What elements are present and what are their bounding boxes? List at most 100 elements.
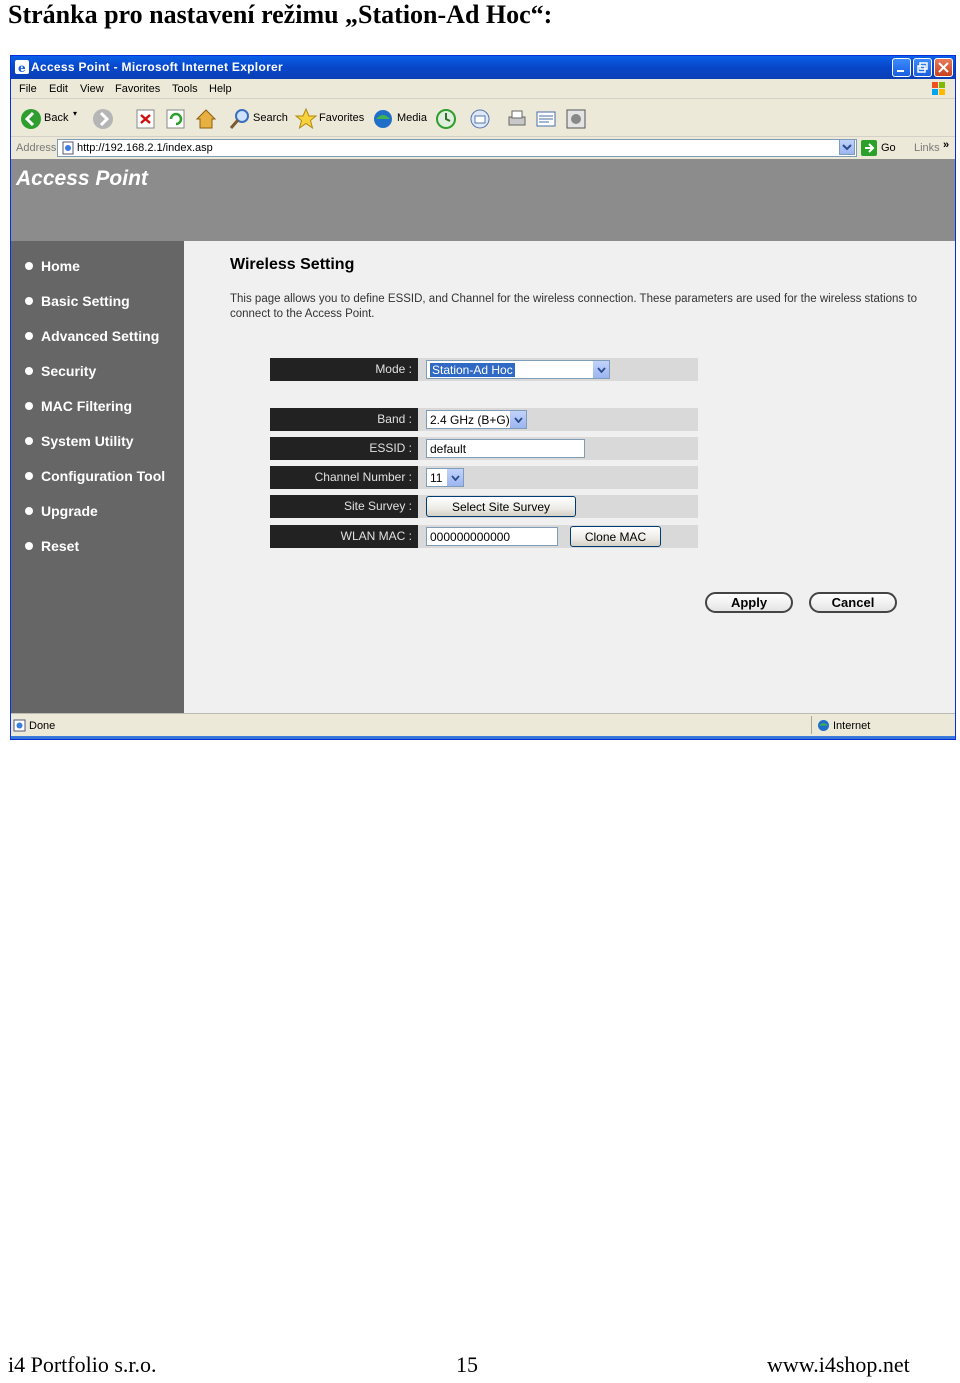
stop-icon[interactable]: [135, 107, 157, 131]
home-icon[interactable]: [194, 107, 218, 131]
channel-label: Channel Number :: [270, 466, 418, 489]
band-select[interactable]: 2.4 GHz (B+G): [426, 410, 527, 429]
mode-dropdown-button[interactable]: [593, 361, 609, 378]
minimize-button[interactable]: [892, 58, 911, 77]
sidebar-item-basic-setting[interactable]: Basic Setting: [25, 293, 130, 309]
address-input[interactable]: http://192.168.2.1/index.asp: [57, 139, 857, 157]
status-text: Done: [29, 720, 56, 732]
wlan-mac-label: WLAN MAC :: [270, 525, 418, 548]
history-icon[interactable]: [435, 107, 457, 131]
back-arrow-icon[interactable]: [19, 107, 43, 131]
chevron-down-icon: [451, 475, 460, 481]
maximize-button[interactable]: [913, 58, 932, 77]
search-button-label[interactable]: Search: [253, 112, 288, 124]
window-title: Access Point - Microsoft Internet Explor…: [31, 60, 283, 74]
sidebar-item-home[interactable]: Home: [25, 258, 80, 274]
search-icon[interactable]: [228, 107, 252, 131]
menu-bar: File Edit View Favorites Tools Help: [11, 79, 955, 99]
status-divider: [811, 716, 812, 734]
menu-edit[interactable]: Edit: [49, 83, 68, 95]
cancel-button[interactable]: Cancel: [809, 592, 897, 613]
sidebar-item-label: Reset: [41, 538, 80, 554]
apply-button[interactable]: Apply: [705, 592, 793, 613]
close-button[interactable]: [934, 58, 953, 77]
menu-tools[interactable]: Tools: [172, 83, 198, 95]
back-dropdown-icon[interactable]: ▾: [73, 109, 77, 118]
bullet-icon: [25, 542, 33, 550]
bullet-icon: [25, 402, 33, 410]
essid-value: default: [430, 442, 467, 456]
back-button-label[interactable]: Back: [44, 112, 68, 124]
channel-select[interactable]: 11: [426, 468, 464, 487]
page-content: Access Point Home Basic Setting Advanced…: [11, 159, 955, 713]
go-button[interactable]: [861, 140, 877, 156]
favorites-star-icon[interactable]: [294, 107, 318, 131]
menu-help[interactable]: Help: [209, 83, 232, 95]
security-zone: Internet: [833, 720, 871, 732]
channel-dropdown-button[interactable]: [447, 469, 463, 486]
footer-website: www.i4shop.net: [767, 1352, 910, 1377]
sidebar-item-label: Security: [41, 363, 97, 379]
favorites-button-label[interactable]: Favorites: [319, 112, 364, 124]
sidebar-item-system-utility[interactable]: System Utility: [25, 433, 134, 449]
restore-icon: [917, 62, 928, 73]
status-bar: Done Internet: [11, 713, 955, 739]
select-site-survey-button[interactable]: Select Site Survey: [426, 496, 576, 517]
refresh-icon[interactable]: [165, 107, 187, 131]
mode-select[interactable]: Station-Ad Hoc: [426, 360, 610, 379]
sidebar-item-label: Advanced Setting: [41, 328, 160, 344]
menu-file[interactable]: File: [19, 83, 37, 95]
main-panel: Wireless Setting This page allows you to…: [184, 241, 955, 713]
forward-arrow-icon[interactable]: [91, 107, 115, 131]
address-label: Address: [16, 142, 57, 154]
title-bar[interactable]: e Access Point - Microsoft Internet Expl…: [11, 56, 955, 79]
footer-page-number: 15: [456, 1352, 478, 1377]
internet-globe-icon: [818, 720, 829, 731]
menu-favorites[interactable]: Favorites: [115, 83, 160, 95]
mail-icon[interactable]: [469, 107, 493, 131]
links-label[interactable]: Links: [914, 142, 940, 154]
print-icon[interactable]: [505, 107, 529, 131]
media-icon[interactable]: [371, 107, 395, 131]
document-heading: Stránka pro nastavení režimu „Station-Ad…: [8, 0, 553, 29]
footer-company: i4 Portfolio s.r.o.: [8, 1352, 157, 1377]
menu-view[interactable]: View: [80, 83, 104, 95]
clone-mac-button[interactable]: Clone MAC: [570, 526, 661, 547]
address-dropdown-button[interactable]: [839, 139, 855, 155]
sidebar-item-reset[interactable]: Reset: [25, 538, 79, 554]
sidebar-item-label: Home: [41, 258, 80, 274]
bullet-icon: [25, 507, 33, 515]
sidebar-item-security[interactable]: Security: [25, 363, 96, 379]
wlan-mac-value: 000000000000: [430, 530, 511, 544]
media-button-label[interactable]: Media: [397, 112, 427, 124]
bullet-icon: [25, 262, 33, 270]
sidebar-item-upgrade[interactable]: Upgrade: [25, 503, 98, 519]
ap-banner-title: Access Point: [16, 167, 148, 190]
mode-label: Mode :: [270, 358, 418, 381]
mode-value: Station-Ad Hoc: [430, 363, 515, 377]
sidebar-item-label: MAC Filtering: [41, 398, 132, 414]
messenger-icon[interactable]: [564, 107, 588, 131]
address-url: http://192.168.2.1/index.asp: [77, 142, 213, 154]
sidebar-item-label: Configuration Tool: [41, 468, 166, 484]
edit-page-icon[interactable]: [534, 107, 558, 131]
sidebar-item-advanced-setting[interactable]: Advanced Setting: [25, 328, 159, 344]
essid-row: ESSID : default: [270, 437, 698, 460]
wlan-mac-input[interactable]: 000000000000: [426, 527, 558, 546]
channel-row: Channel Number : 11: [270, 466, 698, 489]
links-chevron-icon[interactable]: »: [943, 139, 949, 151]
essid-input[interactable]: default: [426, 439, 585, 458]
bullet-icon: [25, 472, 33, 480]
mode-row: Mode : Station-Ad Hoc: [270, 358, 698, 381]
site-survey-row: Site Survey : Select Site Survey: [270, 495, 698, 518]
band-label: Band :: [270, 408, 418, 431]
band-dropdown-button[interactable]: [510, 411, 526, 428]
sidebar: Home Basic Setting Advanced Setting Secu…: [11, 241, 184, 713]
minimize-icon: [897, 70, 904, 72]
sidebar-item-label: Basic Setting: [41, 293, 130, 309]
go-label[interactable]: Go: [881, 142, 896, 154]
sidebar-item-label: Upgrade: [41, 503, 98, 519]
chevron-down-icon: [842, 144, 852, 151]
sidebar-item-configuration-tool[interactable]: Configuration Tool: [25, 468, 165, 484]
sidebar-item-mac-filtering[interactable]: MAC Filtering: [25, 398, 132, 414]
